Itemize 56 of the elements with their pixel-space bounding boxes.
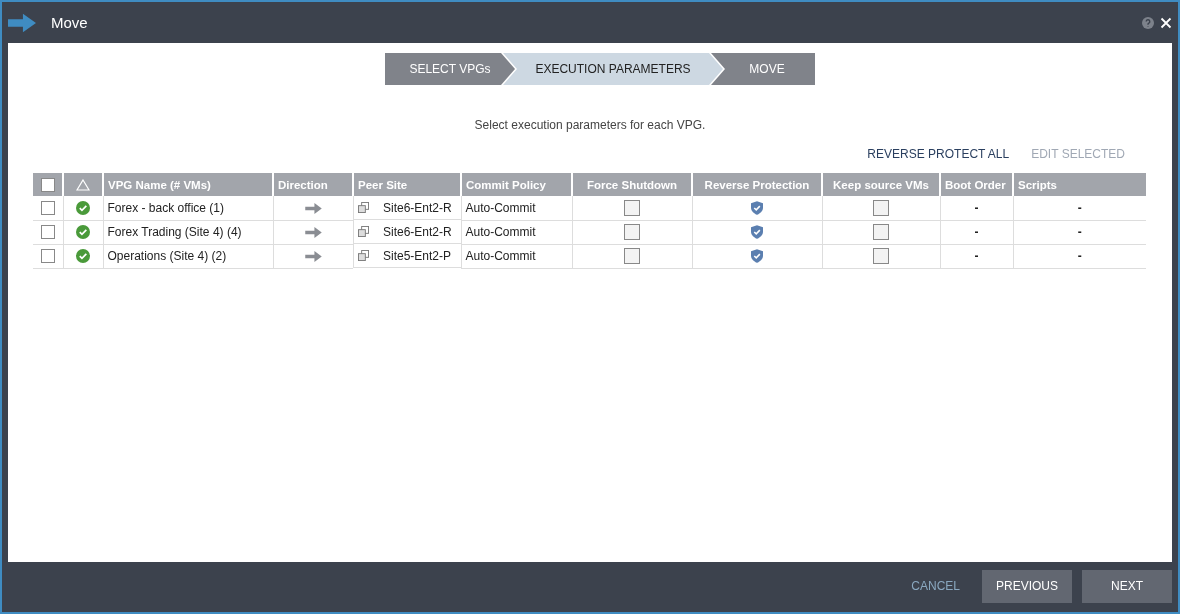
table-cell: - [1077,249,1082,263]
table-cell: Operations (Site 4) (2) [103,244,273,268]
cancel-link[interactable]: CANCEL [911,579,960,593]
table-cell: - [1077,200,1082,215]
close-icon[interactable] [1160,16,1172,29]
site-icon [358,226,369,237]
column-header: Keep source VMs [822,173,940,196]
table-cell: - [1077,225,1082,239]
site-icon [358,250,369,261]
row-checkbox[interactable] [40,225,55,240]
arrow-icon [8,12,36,33]
column-header: Force Shutdown [572,173,692,196]
row-checkbox[interactable] [40,201,55,216]
right-arrow-icon [304,251,322,263]
action-link[interactable]: REVERSE PROTECT ALL [867,147,1010,161]
table-cell: - [974,225,979,239]
triangle-icon [76,179,90,191]
footer-button[interactable]: PREVIOUS [982,569,1072,603]
keep-source-checkbox[interactable] [873,224,889,240]
table-cell: Forex Trading (Site 4) (4) [103,220,273,244]
wizard-step: MOVE [711,53,815,85]
table-cell: Site6-Ent2-R [383,224,452,239]
column-header: VPG Name (# VMs) [103,173,273,196]
force-shutdown-checkbox[interactable] [624,248,640,264]
table-cell: Auto-Commit [461,220,572,244]
table-cell: Site5-Ent2-P [383,248,452,263]
wizard-step: SELECT VPGs [385,53,515,85]
window-title: Move [51,14,88,31]
column-header: Scripts [1013,173,1146,196]
table-cell: Site6-Ent2-R [383,200,452,215]
force-shutdown-checkbox[interactable] [624,224,640,240]
shield-check-icon[interactable] [751,201,763,216]
table-cell: Auto-Commit [461,244,572,268]
right-arrow-icon [304,203,322,215]
row-checkbox[interactable] [40,249,55,264]
keep-source-checkbox[interactable] [873,248,889,264]
column-header: Direction [273,173,353,196]
shield-check-icon[interactable] [751,225,763,240]
table-cell: Forex - back office (1) [103,196,273,220]
column-header: Reverse Protection [692,173,822,196]
footer-button[interactable]: NEXT [1082,569,1172,603]
right-arrow-icon [304,227,322,239]
shield-check-icon[interactable] [751,249,763,264]
select-all-checkbox[interactable] [40,177,55,192]
site-icon [358,202,369,213]
column-header: Peer Site [353,173,461,196]
force-shutdown-checkbox[interactable] [624,199,640,216]
column-header: Commit Policy [461,173,572,196]
help-icon[interactable] [1142,16,1154,29]
wizard-step: EXECUTION PARAMETERS [503,53,723,85]
instruction-text: Select execution parameters for each VPG. [473,118,707,132]
table-cell: Auto-Commit [461,196,572,220]
table-cell: - [974,200,979,215]
table-cell: - [974,249,979,263]
column-header: Boot Order [940,173,1013,196]
keep-source-checkbox[interactable] [873,199,889,216]
